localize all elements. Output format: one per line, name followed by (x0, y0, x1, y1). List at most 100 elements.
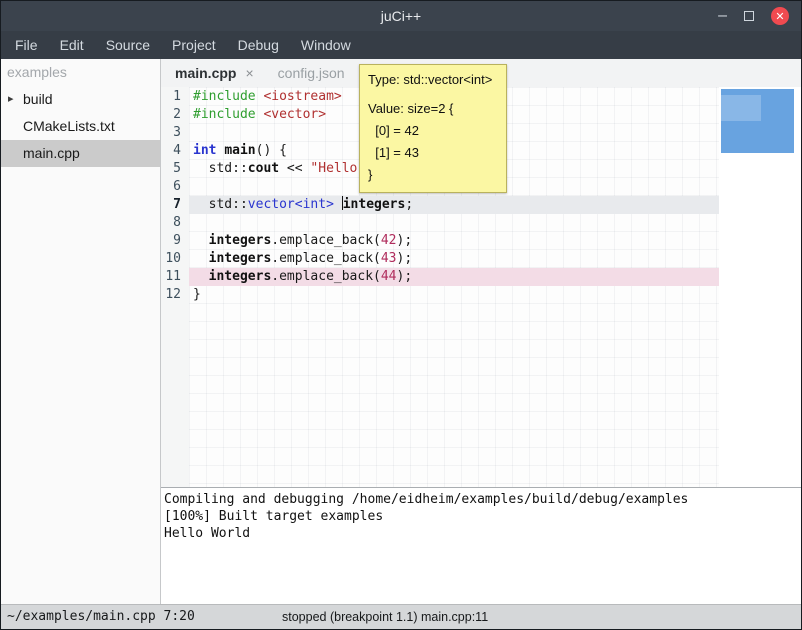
output-panel[interactable]: Compiling and debugging /home/eidheim/ex… (161, 487, 801, 604)
tooltip-line: [1] = 43 (368, 142, 498, 164)
project-name-header: examples (1, 59, 160, 86)
code-token: 43 (381, 251, 397, 266)
tooltip-type-line: Type: std::vector<int> (368, 71, 498, 89)
restore-button[interactable] (744, 11, 754, 21)
tooltip-line: [0] = 42 (368, 120, 498, 142)
line-number[interactable]: 5 (161, 160, 189, 178)
scrollbar-thumb[interactable] (721, 89, 794, 153)
menu-bar: FileEditSourceProjectDebugWindow (1, 31, 801, 59)
tab-main-cpp[interactable]: main.cpp× (163, 59, 266, 87)
line-number[interactable]: 10 (161, 250, 189, 268)
status-file-position: ~/examples/main.cpp 7:20 (7, 605, 195, 629)
code-token: } (193, 287, 201, 302)
menu-item-file[interactable]: File (4, 31, 49, 59)
line-number[interactable]: 3 (161, 124, 189, 142)
code-token: std:: (193, 197, 248, 212)
close-tab-icon[interactable]: × (245, 65, 253, 81)
code-token: <vector> (263, 107, 326, 122)
close-button[interactable]: ✕ (771, 7, 789, 25)
code-line-7[interactable]: std::vector<int> integers; (189, 196, 721, 214)
code-row-9: 9 integers.emplace_back(42); (161, 232, 719, 250)
output-line: Hello World (164, 525, 798, 542)
sidebar-item-build[interactable]: ▸ build (1, 86, 160, 113)
code-token (334, 197, 342, 212)
sidebar-item-main-cpp[interactable]: main.cpp (1, 140, 160, 167)
code-token: .emplace_back( (271, 251, 381, 266)
file-label: build (23, 91, 53, 107)
code-token: ); (397, 269, 413, 284)
code-token: int (193, 143, 216, 158)
minimize-button[interactable]: – (718, 8, 727, 24)
code-token: integers (209, 233, 272, 248)
code-row-12: 12} (161, 286, 719, 304)
code-token: vector<int> (248, 197, 334, 212)
sidebar: examples ▸ build CMakeLists.txt main.cpp (1, 59, 161, 604)
sidebar-item-cmakelists-txt[interactable]: CMakeLists.txt (1, 113, 160, 140)
code-row-7: 7 std::vector<int> integers; (161, 196, 719, 214)
line-number[interactable]: 2 (161, 106, 189, 124)
code-token (193, 269, 209, 284)
menu-item-edit[interactable]: Edit (49, 31, 95, 59)
output-line: Compiling and debugging /home/eidheim/ex… (164, 491, 798, 508)
code-token (193, 251, 209, 266)
code-token: ; (405, 197, 413, 212)
code-line-10[interactable]: integers.emplace_back(43); (189, 250, 721, 268)
window-title: juCi++ (1, 1, 801, 31)
output-lines: Compiling and debugging /home/eidheim/ex… (164, 491, 798, 542)
code-token: () { (256, 143, 287, 158)
code-row-11: 11 integers.emplace_back(44); (161, 268, 719, 286)
chevron-right-icon[interactable]: ▸ (8, 86, 14, 113)
code-token: integers (343, 197, 406, 212)
line-number[interactable]: 9 (161, 232, 189, 250)
code-row-10: 10 integers.emplace_back(43); (161, 250, 719, 268)
file-label: main.cpp (23, 145, 80, 161)
code-line-12[interactable]: } (189, 286, 721, 304)
output-line: [100%] Built target examples (164, 508, 798, 525)
line-number[interactable]: 1 (161, 88, 189, 106)
menu-item-debug[interactable]: Debug (227, 31, 290, 59)
file-tree: ▸ build CMakeLists.txt main.cpp (1, 86, 160, 167)
code-line-9[interactable]: integers.emplace_back(42); (189, 232, 721, 250)
line-number[interactable]: 6 (161, 178, 189, 196)
code-token: ); (397, 251, 413, 266)
code-token: std:: (193, 161, 248, 176)
tab-label: config.json (278, 65, 345, 81)
code-token: ); (397, 233, 413, 248)
window-controls: – ✕ (718, 1, 789, 31)
line-number[interactable]: 8 (161, 214, 189, 232)
menu-item-source[interactable]: Source (95, 31, 161, 59)
tooltip-line: } (368, 164, 498, 186)
line-number[interactable]: 12 (161, 286, 189, 304)
code-token: .emplace_back( (271, 233, 381, 248)
code-token: integers (209, 251, 272, 266)
code-line-11[interactable]: integers.emplace_back(44); (189, 268, 721, 286)
tooltip-value-lines: Value: size=2 { [0] = 42 [1] = 43} (368, 98, 498, 186)
code-token: #include (193, 89, 256, 104)
code-token: .emplace_back( (271, 269, 381, 284)
code-token: 42 (381, 233, 397, 248)
menu-item-project[interactable]: Project (161, 31, 227, 59)
app-window: juCi++ – ✕ FileEditSourceProjectDebugWin… (0, 0, 802, 630)
code-token: main (224, 143, 255, 158)
menu-item-window[interactable]: Window (290, 31, 362, 59)
code-token: cout (248, 161, 279, 176)
file-label: CMakeLists.txt (23, 118, 115, 134)
code-token (193, 233, 209, 248)
code-token: #include (193, 107, 256, 122)
debug-value-tooltip: Type: std::vector<int> Value: size=2 { [… (359, 64, 507, 193)
scrollbar-track[interactable] (719, 87, 801, 487)
status-debug-state: stopped (breakpoint 1.1) main.cpp:11 (282, 605, 488, 629)
line-number[interactable]: 7 (161, 196, 189, 214)
tab-config-json[interactable]: config.json (266, 59, 357, 87)
code-token: 44 (381, 269, 397, 284)
tooltip-line: Value: size=2 { (368, 98, 498, 120)
title-bar[interactable]: juCi++ – ✕ (1, 1, 801, 31)
line-number[interactable]: 4 (161, 142, 189, 160)
code-token: << (279, 161, 310, 176)
code-token: <iostream> (263, 89, 341, 104)
code-line-8[interactable] (189, 214, 721, 232)
status-bar: ~/examples/main.cpp 7:20 stopped (breakp… (1, 604, 801, 629)
code-token: integers (209, 269, 272, 284)
code-row-8: 8 (161, 214, 719, 232)
line-number[interactable]: 11 (161, 268, 189, 286)
